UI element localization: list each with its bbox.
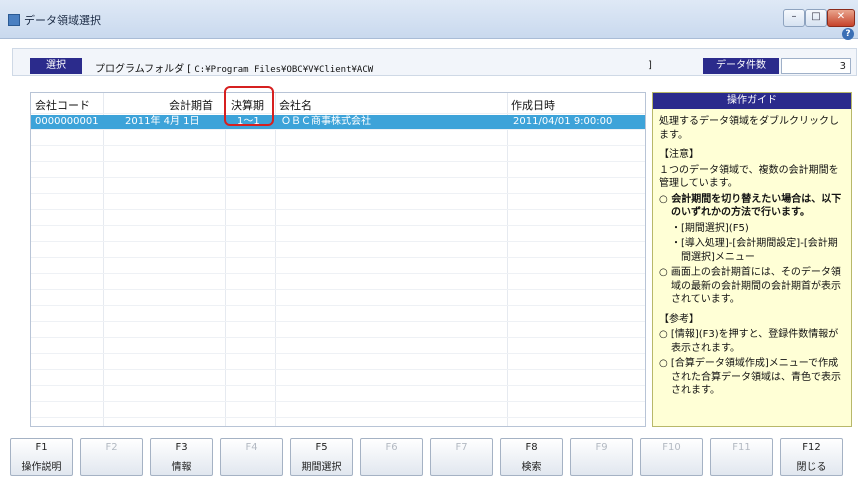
- function-key-bar: F1 操作説明 F2 F3 情報 F4 F5 期間選択 F6 F7 F8 検索 F9 F…: [10, 438, 856, 478]
- minimize-button[interactable]: –: [783, 9, 805, 27]
- guide-note-text: １つのデータ領域で、複数の会計期間を管理しています。: [659, 164, 839, 190]
- guide-sub-2: [導入処理]-[会計期間設定]-[会計期間選択]メニュー: [681, 238, 838, 263]
- f10-button: F10: [640, 438, 703, 476]
- dot-icon: ・: [671, 222, 681, 234]
- bullet-icon: ○: [659, 329, 668, 340]
- col-header-company-name[interactable]: 会社名: [279, 97, 312, 113]
- guide-bullet-1: 会計期間を切り替えたい場合は、以下のいずれかの方法で行います。: [671, 193, 842, 219]
- select-label: 選択: [30, 58, 82, 74]
- app-icon: [8, 14, 20, 26]
- f7-button: F7: [430, 438, 493, 476]
- guide-bullet-4: [合算データ領域作成]メニューで作成された合算データ領域は、青色で表示されます。: [670, 358, 841, 396]
- f11-button: F11: [710, 438, 773, 476]
- close-button[interactable]: ✕: [827, 9, 855, 27]
- guide-note-heading: 【注意】: [659, 149, 699, 160]
- settlement-period-highlight: [224, 86, 274, 126]
- guide-bullet-2: 画面上の会計期首には、そのデータ領域の最新の会計期間の会計期首が表示されています…: [670, 267, 841, 305]
- cell-company-name: ＯＢＣ商事株式会社: [281, 116, 371, 127]
- bullet-icon: ○: [659, 358, 668, 369]
- data-count-label: データ件数: [703, 58, 779, 74]
- window-title: データ領域選択: [24, 14, 101, 27]
- f1-help-button[interactable]: F1 操作説明: [10, 438, 73, 476]
- title-bar: データ領域選択 – □ ✕: [0, 0, 858, 39]
- f9-button: F9: [570, 438, 633, 476]
- f4-button: F4: [220, 438, 283, 476]
- f2-button: F2: [80, 438, 143, 476]
- bullet-icon: ○: [659, 267, 668, 278]
- guide-bullet-3: [情報](F3)を押すと、登録件数情報が表示されます。: [670, 329, 839, 354]
- maximize-button[interactable]: □: [805, 9, 827, 27]
- f3-info-button[interactable]: F3 情報: [150, 438, 213, 476]
- f12-close-button[interactable]: F12 閉じる: [780, 438, 843, 476]
- f5-period-select-button[interactable]: F5 期間選択: [290, 438, 353, 476]
- col-header-fiscal-start[interactable]: 会計期首: [169, 97, 213, 113]
- dot-icon: ・: [671, 238, 681, 249]
- operation-guide-panel: 操作ガイド 処理するデータ領域をダブルクリックします。 【注意】 １つのデータ領…: [652, 92, 852, 427]
- cell-fiscal-start: 2011年 4月 1日: [125, 116, 200, 127]
- cell-company-code: 0000000001: [35, 116, 99, 127]
- folder-prefix: プログラムフォルダ [: [95, 64, 195, 75]
- guide-reference-heading: 【参考】: [659, 313, 699, 325]
- cell-created-at: 2011/04/01 9:00:00: [513, 116, 613, 127]
- program-folder-path: プログラムフォルダ [ C:¥Program Files¥OBC¥V¥Clien…: [95, 60, 373, 75]
- data-area-table[interactable]: 会社コード 会計期首 決算期 会社名 作成日時 0000000001 2011年…: [30, 92, 646, 427]
- guide-sub-1: [期間選択](F5): [681, 222, 749, 234]
- col-header-created-at[interactable]: 作成日時: [511, 97, 555, 113]
- guide-title: 操作ガイド: [653, 93, 851, 109]
- bullet-icon: ○: [659, 193, 668, 205]
- folder-bracket: ]: [648, 60, 652, 71]
- f8-search-button[interactable]: F8 検索: [500, 438, 563, 476]
- f6-button: F6: [360, 438, 423, 476]
- col-header-company-code[interactable]: 会社コード: [35, 97, 90, 113]
- folder-path: C:¥Program Files¥OBC¥V¥Client¥ACW: [194, 65, 374, 75]
- data-count-value: 3: [781, 58, 851, 74]
- help-icon[interactable]: ?: [842, 28, 854, 40]
- guide-body: 処理するデータ領域をダブルクリックします。 【注意】 １つのデータ領域で、複数の…: [659, 115, 845, 400]
- guide-intro: 処理するデータ領域をダブルクリックします。: [659, 116, 839, 141]
